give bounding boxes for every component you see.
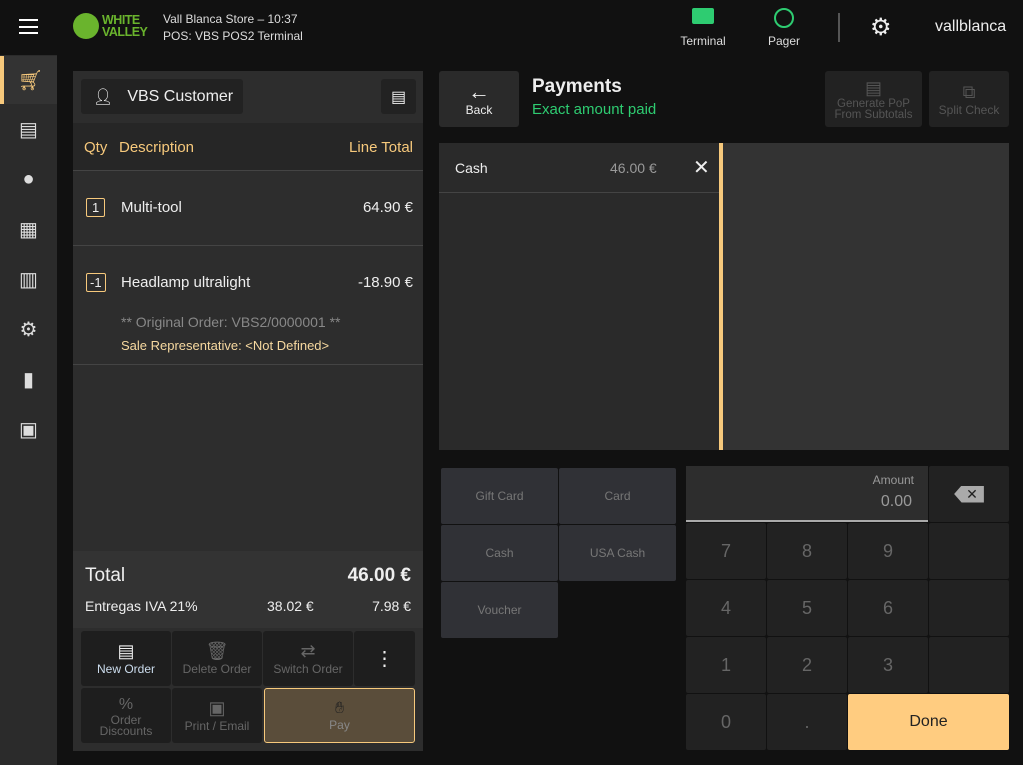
cash-register-icon: ▦ bbox=[19, 218, 38, 241]
sidebar-item-cart[interactable]: 🛒︎ bbox=[0, 56, 57, 104]
divider bbox=[838, 13, 840, 42]
cart-icon: 🛒︎ bbox=[17, 69, 44, 92]
key-decimal[interactable]: . bbox=[767, 694, 847, 750]
terminal-button[interactable]: Terminal bbox=[672, 8, 734, 48]
receipt-icon: ▤ bbox=[19, 118, 38, 141]
sidebar-item-documents[interactable]: ▮ bbox=[0, 355, 57, 403]
discount-icon: % bbox=[118, 695, 134, 713]
totals: Total 46.00 € Entregas IVA 21% 38.02 € 7… bbox=[73, 551, 423, 628]
pos-info: POS: VBS POS2 Terminal bbox=[163, 29, 303, 43]
order-line[interactable]: -1 Headlamp ultralight -18.90 € ** Origi… bbox=[73, 246, 423, 365]
key-3[interactable]: 3 bbox=[848, 637, 928, 693]
amount-field[interactable]: Amount 0.00 bbox=[686, 466, 928, 522]
done-button[interactable]: Done bbox=[848, 694, 1009, 750]
print-email-button[interactable]: ▣ Print / Email bbox=[172, 688, 262, 743]
key-blank bbox=[929, 580, 1009, 636]
sidebar-item-cash-register[interactable]: ▦ bbox=[0, 205, 57, 253]
more-vertical-icon: ⋮ bbox=[374, 648, 395, 670]
payment-list: Cash 46.00 € ✕ bbox=[439, 143, 719, 450]
user-icon: ● bbox=[22, 167, 35, 190]
pay-icon: ✋︎ bbox=[334, 699, 345, 717]
backspace-button[interactable]: ✕ bbox=[929, 466, 1009, 522]
back-button[interactable]: ← Back bbox=[439, 71, 519, 127]
trash-icon: 🗑︎ bbox=[205, 641, 229, 661]
customer-button[interactable]: 👤︎ VBS Customer bbox=[81, 79, 243, 114]
key-8[interactable]: 8 bbox=[767, 523, 847, 579]
key-blank bbox=[929, 637, 1009, 693]
split-icon: ⧉ bbox=[962, 81, 976, 102]
store-info: Vall Blanca Store – 10:37 bbox=[163, 12, 298, 26]
switch-order-button[interactable]: ⇄ Switch Order bbox=[263, 631, 353, 686]
payment-method-gift-card[interactable]: Gift Card bbox=[441, 468, 558, 524]
payment-method-card[interactable]: Card bbox=[559, 468, 676, 524]
receipt-check-icon: ▤ bbox=[864, 78, 882, 98]
order-discounts-button[interactable]: % Order Discounts bbox=[81, 688, 171, 743]
monitor-icon bbox=[692, 8, 714, 24]
sidebar-item-settings[interactable]: ⚙ bbox=[0, 305, 57, 353]
pay-button[interactable]: ✋︎ Pay bbox=[264, 688, 415, 743]
more-options-button[interactable]: ⋮ bbox=[354, 631, 415, 686]
user-name[interactable]: vallblanca bbox=[935, 18, 1006, 36]
key-1[interactable]: 1 bbox=[686, 637, 766, 693]
key-4[interactable]: 4 bbox=[686, 580, 766, 636]
payment-info-area bbox=[723, 143, 1009, 450]
top-bar: WHITE VALLEY Vall Blanca Store – 10:37 PO… bbox=[0, 0, 1023, 55]
sidebar: 🛒︎ ▤ ● ▦ ▥ ⚙ ▮ ▣ bbox=[0, 55, 57, 765]
sidebar-item-receipts[interactable]: ▤ bbox=[0, 105, 57, 153]
generate-pop-button[interactable]: ▤ Generate PoP From Subtotals bbox=[825, 71, 922, 127]
key-blank bbox=[929, 523, 1009, 579]
new-order-button[interactable]: ▤ New Order bbox=[81, 631, 171, 686]
payment-method-cash[interactable]: Cash bbox=[441, 525, 558, 581]
key-2[interactable]: 2 bbox=[767, 637, 847, 693]
gear-icon: ⚙ bbox=[19, 318, 38, 341]
order-header: Qty Description Line Total bbox=[73, 123, 423, 171]
sidebar-item-printer[interactable]: ▣ bbox=[0, 405, 57, 453]
key-9[interactable]: 9 bbox=[848, 523, 928, 579]
key-6[interactable]: 6 bbox=[848, 580, 928, 636]
backspace-icon: ✕ bbox=[954, 485, 984, 503]
order-panel: 👤︎ VBS Customer ▤ Qty Description Line T… bbox=[73, 71, 423, 751]
pager-button[interactable]: Pager bbox=[758, 8, 810, 48]
arrow-left-icon: ← bbox=[468, 79, 490, 104]
menu-icon[interactable] bbox=[19, 19, 38, 34]
document-icon: ▮ bbox=[22, 368, 34, 391]
key-5[interactable]: 5 bbox=[767, 580, 847, 636]
payment-status: Exact amount paid bbox=[532, 101, 657, 118]
switch-icon: ⇄ bbox=[300, 641, 316, 661]
payment-method-usa-cash[interactable]: USA Cash bbox=[559, 525, 676, 581]
store-icon: ▥ bbox=[19, 268, 38, 291]
printer-icon: ▣ bbox=[19, 418, 38, 441]
key-0[interactable]: 0 bbox=[686, 694, 766, 750]
ticket-settings-icon: ▤ bbox=[390, 88, 407, 106]
key-7[interactable]: 7 bbox=[686, 523, 766, 579]
new-order-icon: ▤ bbox=[117, 641, 135, 661]
user-icon: 👤︎ bbox=[93, 88, 114, 106]
payment-line[interactable]: Cash 46.00 € ✕ bbox=[439, 143, 719, 193]
delete-order-button[interactable]: 🗑︎ Delete Order bbox=[172, 631, 262, 686]
sidebar-item-customers[interactable]: ● bbox=[0, 155, 57, 203]
payment-method-voucher[interactable]: Voucher bbox=[441, 582, 558, 638]
remove-payment-icon[interactable]: ✕ bbox=[693, 155, 710, 180]
sidebar-item-store[interactable]: ▥ bbox=[0, 255, 57, 303]
settings-icon[interactable]: ⚙ bbox=[870, 13, 892, 42]
ticket-settings-button[interactable]: ▤ bbox=[381, 79, 416, 114]
pager-icon bbox=[774, 8, 794, 28]
order-line[interactable]: 1 Multi-tool 64.90 € bbox=[73, 171, 423, 246]
payments-title: Payments bbox=[532, 76, 622, 97]
logo: WHITE VALLEY bbox=[73, 13, 148, 39]
split-check-button[interactable]: ⧉ Split Check bbox=[929, 71, 1009, 127]
printer-icon: ▣ bbox=[208, 698, 226, 718]
